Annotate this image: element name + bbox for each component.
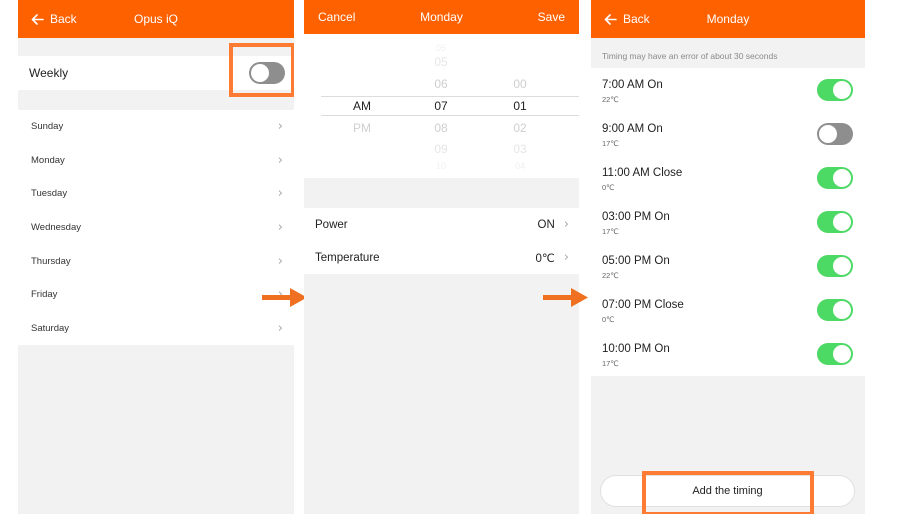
power-row[interactable]: Power ON › (304, 208, 579, 241)
day-row-sunday[interactable]: Sunday › (18, 110, 294, 144)
timing-temperature: 22℃ (602, 271, 619, 280)
minute-option-selected[interactable]: 01 (513, 99, 526, 113)
timing-toggle[interactable] (817, 167, 853, 189)
day-row-monday[interactable]: Monday › (18, 144, 294, 178)
timing-temperature: 17℃ (602, 359, 619, 368)
hour-option[interactable]: 05 (436, 43, 446, 53)
day-label: Wednesday (31, 222, 81, 234)
timing-list-screen: Back Monday Timing may have an error of … (591, 0, 865, 514)
power-value: ON (537, 218, 555, 231)
hour-option[interactable]: 06 (434, 77, 447, 91)
day-label: Thursday (31, 255, 71, 267)
timing-toggle[interactable] (817, 255, 853, 277)
chevron-right-icon: › (563, 217, 569, 232)
weekly-schedule-screen: Back Opus iQ Weekly Sunday › Monday › Tues… (18, 0, 294, 514)
hour-option[interactable]: 05 (434, 55, 447, 69)
day-label: Sunday (31, 121, 64, 133)
timing-label: 05:00 PM On (602, 255, 670, 267)
add-timing-screen: Cancel Monday Save AM PM 05 05 06 07 08 … (304, 0, 579, 514)
timing-toggle[interactable] (817, 123, 853, 145)
ampm-option[interactable]: PM (353, 121, 371, 135)
hour-option[interactable]: 09 (434, 142, 447, 156)
day-label: Monday (31, 154, 65, 166)
timing-item[interactable]: 05:00 PM On 22℃ (591, 244, 865, 288)
highlight-box (229, 43, 294, 97)
chevron-right-icon: › (277, 220, 283, 236)
toggle-knob (833, 257, 851, 275)
timing-temperature: 0℃ (602, 315, 615, 324)
timing-label: 7:00 AM On (602, 79, 663, 91)
picker-selection-line (321, 115, 579, 116)
day-row-saturday[interactable]: Saturday › (18, 312, 294, 346)
toggle-knob (833, 81, 851, 99)
timing-item[interactable]: 7:00 AM On 22℃ (591, 68, 865, 112)
toggle-knob (819, 125, 837, 143)
picker-selection-line (321, 96, 579, 97)
day-row-friday[interactable]: Friday › (18, 278, 294, 312)
minute-option[interactable]: 02 (513, 121, 526, 135)
timing-label: 10:00 PM On (602, 343, 670, 355)
save-button[interactable]: Save (538, 0, 565, 34)
temperature-row[interactable]: Temperature 0℃ › (304, 241, 579, 274)
minute-option[interactable]: 00 (513, 77, 526, 91)
timing-temperature: 22℃ (602, 95, 619, 104)
timing-toggle[interactable] (817, 79, 853, 101)
timing-item[interactable]: 07:00 PM Close 0℃ (591, 288, 865, 332)
timing-item[interactable]: 9:00 AM On 17℃ (591, 112, 865, 156)
ampm-option-selected[interactable]: AM (353, 99, 371, 113)
temperature-label: Temperature (315, 251, 380, 264)
timing-item[interactable]: 11:00 AM Close 0℃ (591, 156, 865, 200)
timing-error-note: Timing may have an error of about 30 sec… (602, 51, 778, 61)
day-label: Friday (31, 289, 58, 301)
timing-toggle[interactable] (817, 343, 853, 365)
timing-item[interactable]: 10:00 PM On 17℃ (591, 332, 865, 376)
header-bar: Cancel Monday Save (304, 0, 579, 34)
timing-item[interactable]: 03:00 PM On 17℃ (591, 200, 865, 244)
temperature-value: 0℃ (535, 252, 555, 265)
arrow-right-icon (543, 288, 588, 307)
timing-list: 7:00 AM On 22℃ 9:00 AM On 17℃ 11:00 AM C… (591, 68, 865, 376)
toggle-knob (833, 345, 851, 363)
highlight-box (642, 471, 814, 514)
minute-option[interactable]: 04 (515, 161, 525, 171)
timing-label: 03:00 PM On (602, 211, 670, 223)
chevron-right-icon: › (563, 250, 569, 265)
hour-option[interactable]: 08 (434, 121, 447, 135)
time-picker[interactable]: AM PM 05 05 06 07 08 09 10 00 01 02 03 0… (304, 34, 579, 178)
day-row-thursday[interactable]: Thursday › (18, 244, 294, 278)
timing-temperature: 17℃ (602, 227, 619, 236)
weekly-label: Weekly (29, 66, 69, 80)
chevron-right-icon: › (277, 186, 283, 202)
timing-toggle[interactable] (817, 211, 853, 233)
minute-option[interactable]: 03 (513, 142, 526, 156)
day-row-tuesday[interactable]: Tuesday › (18, 177, 294, 211)
toggle-knob (833, 169, 851, 187)
hour-option-selected[interactable]: 07 (434, 99, 447, 113)
day-label: Tuesday (31, 188, 68, 200)
timing-toggle[interactable] (817, 299, 853, 321)
day-list: Sunday › Monday › Tuesday › Wednesday › Thur… (18, 110, 294, 346)
timing-settings-list: Power ON › Temperature 0℃ › (304, 208, 579, 274)
header-bar: Back Monday (591, 0, 865, 38)
chevron-right-icon: › (277, 119, 283, 135)
timing-label: 9:00 AM On (602, 123, 663, 135)
screen-title: Opus iQ (133, 12, 178, 26)
screen-title: Monday (706, 12, 750, 26)
timing-label: 11:00 AM Close (602, 167, 683, 179)
timing-temperature: 0℃ (602, 183, 615, 192)
power-label: Power (315, 218, 348, 231)
day-row-wednesday[interactable]: Wednesday › (18, 211, 294, 245)
timing-label: 07:00 PM Close (602, 299, 684, 311)
arrow-right-icon (262, 288, 307, 307)
timing-temperature: 17℃ (602, 139, 619, 148)
day-label: Saturday (31, 322, 70, 334)
chevron-right-icon: › (277, 253, 283, 269)
toggle-knob (833, 213, 851, 231)
chevron-right-icon: › (277, 320, 283, 336)
toggle-knob (833, 301, 851, 319)
header-bar: Back Opus iQ (18, 0, 294, 38)
hour-option[interactable]: 10 (436, 161, 446, 171)
chevron-right-icon: › (277, 152, 283, 168)
